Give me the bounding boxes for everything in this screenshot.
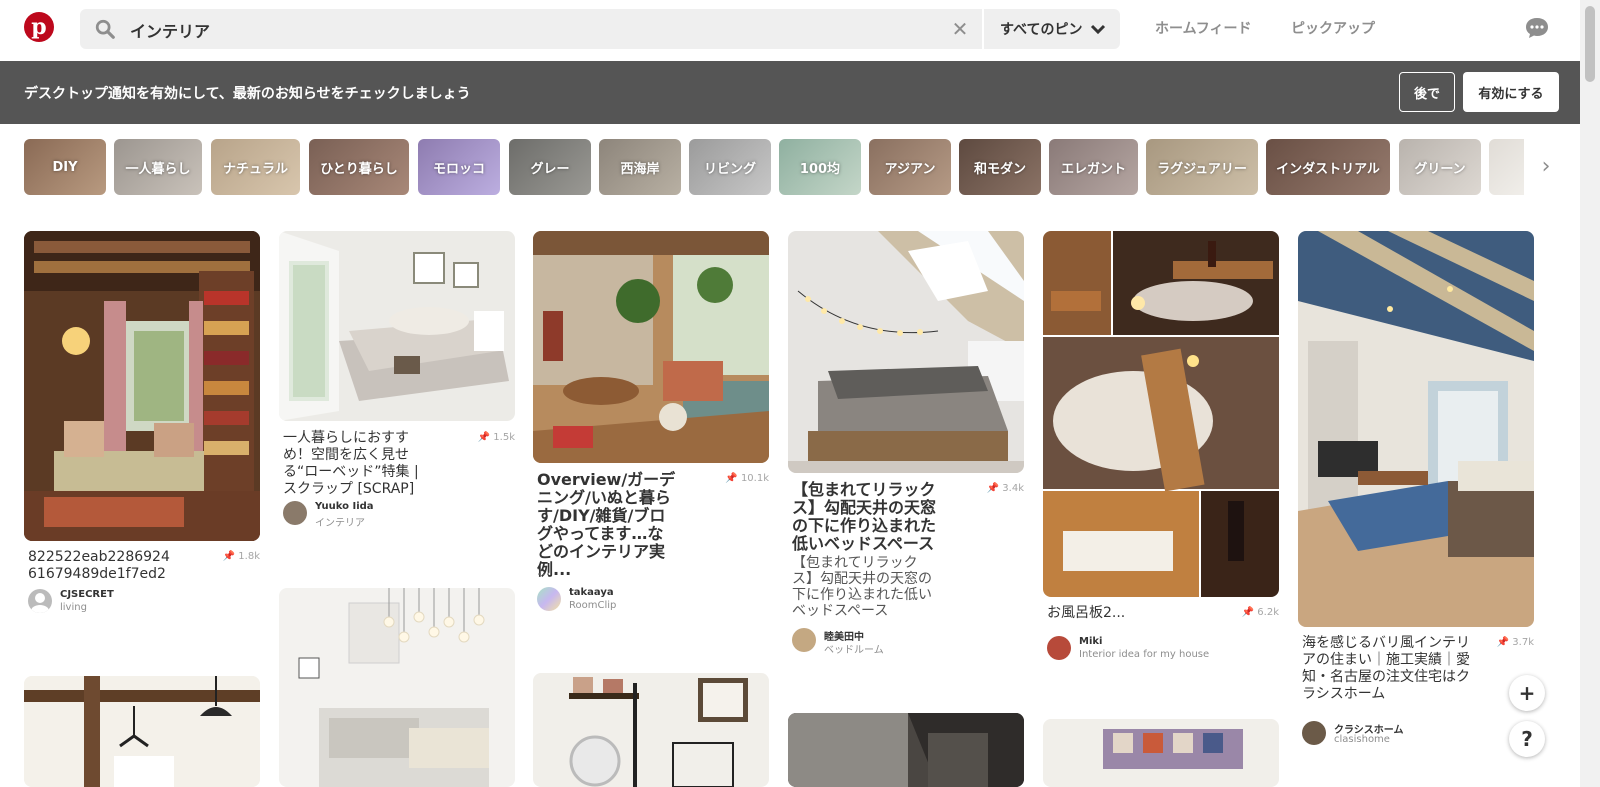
pin-card[interactable]: [1043, 719, 1279, 787]
pin-board-name[interactable]: clasishome: [1334, 734, 1390, 745]
plus-icon: +: [1518, 681, 1536, 705]
pin-user-name[interactable]: CJSECRET: [60, 589, 114, 600]
nav-home-feed[interactable]: ホームフィード: [1155, 18, 1251, 38]
pinterest-search-page: p インテリア ✕ すべてのピン ホームフィード ピックアップ デスクトップ通知…: [0, 0, 1600, 787]
category-chip[interactable]: グリーン: [1399, 139, 1481, 195]
clear-search-icon[interactable]: ✕: [948, 17, 972, 41]
avatar[interactable]: [28, 589, 52, 613]
later-button[interactable]: 後で: [1399, 72, 1455, 112]
search-icon: [95, 19, 115, 39]
scrollbar-thumb[interactable]: [1585, 6, 1595, 82]
pin-board-name[interactable]: living: [60, 602, 87, 613]
pin-image[interactable]: [279, 231, 515, 421]
pin-card[interactable]: お風呂板2... 📌 6.2k Miki Interior idea for m…: [1043, 231, 1279, 671]
pin-image[interactable]: [533, 673, 769, 787]
avatar[interactable]: [1047, 636, 1071, 660]
category-chip[interactable]: 和モダン: [959, 139, 1041, 195]
pin-title: 822522eab228692461679489de1f7ed2: [28, 549, 170, 582]
pin-board-name[interactable]: Interior idea for my house: [1079, 649, 1209, 660]
category-chip[interactable]: グレー: [509, 139, 591, 195]
pin-board-name[interactable]: インテリア: [315, 514, 365, 529]
avatar[interactable]: [1302, 721, 1326, 745]
category-chip-partial[interactable]: [1489, 139, 1524, 195]
pin-card[interactable]: 海を感じるバリ風インテリアの住まい｜施工実績｜愛知・名古屋の注文住宅はクラシスホ…: [1298, 231, 1534, 751]
pin-save-icon: 📌: [986, 483, 1003, 494]
avatar[interactable]: [283, 501, 307, 525]
category-chip[interactable]: モロッコ: [418, 139, 500, 195]
notification-text: デスクトップ通知を有効にして、最新のお知らせをチェックしましょう: [24, 86, 471, 102]
pin-user-name[interactable]: Miki: [1079, 636, 1102, 647]
pin-save-icon: 📌: [1241, 607, 1258, 618]
pin-title: 一人暮らしにおすすめ！空間を広く見せる“ローベッド”特集 | スクラップ [SC…: [283, 430, 419, 497]
pin-save-count: 📌 10.1k: [725, 473, 769, 484]
pin-image[interactable]: [1298, 231, 1534, 627]
category-chip[interactable]: 一人暮らし: [114, 139, 202, 195]
category-chip[interactable]: 100均: [779, 139, 861, 195]
pin-save-count: 📌 6.2k: [1241, 607, 1279, 618]
chevron-right-icon[interactable]: ›: [1532, 152, 1560, 182]
pin-image[interactable]: [279, 588, 515, 787]
search-input[interactable]: インテリア: [130, 18, 210, 42]
category-chip[interactable]: インダストリアル: [1266, 139, 1390, 195]
category-strip: DIY 一人暮らし ナチュラル ひとり暮らし モロッコ グレー 西海岸 リビング…: [24, 139, 1524, 195]
pin-title: 海を感じるバリ風インテリアの住まい｜施工実績｜愛知・名古屋の注文住宅はクラシスホ…: [1302, 635, 1470, 702]
enable-notifications-button[interactable]: 有効にする: [1463, 72, 1559, 112]
pin-card[interactable]: [24, 676, 260, 787]
chevron-down-icon: [1091, 24, 1106, 35]
pin-image[interactable]: [24, 676, 260, 787]
pin-user-name[interactable]: Yuuko Iida: [315, 501, 374, 512]
pin-save-icon: 📌: [725, 473, 741, 484]
pin-image[interactable]: [1043, 231, 1279, 597]
search-bar[interactable]: インテリア ✕ すべてのピン: [80, 9, 1120, 49]
pin-card[interactable]: [533, 673, 769, 787]
pin-image[interactable]: [1043, 719, 1279, 787]
page-scrollbar[interactable]: [1580, 0, 1600, 787]
pin-save-count: 📌 1.5k: [477, 432, 515, 443]
category-chip[interactable]: ラグジュアリー: [1146, 139, 1258, 195]
pin-card[interactable]: 一人暮らしにおすすめ！空間を広く見せる“ローベッド”特集 | スクラップ [SC…: [279, 231, 515, 541]
pin-description: ...: [537, 563, 551, 579]
pin-image[interactable]: [788, 231, 1024, 473]
category-chip[interactable]: 西海岸: [599, 139, 681, 195]
pin-save-icon: 📌: [222, 551, 239, 562]
avatar[interactable]: [792, 628, 816, 652]
category-chip[interactable]: ひとり暮らし: [309, 139, 409, 195]
messages-icon[interactable]: [1524, 16, 1550, 40]
avatar[interactable]: [537, 587, 561, 611]
pin-image[interactable]: [533, 231, 769, 463]
pin-card[interactable]: [788, 713, 1024, 787]
pin-save-count: 📌 1.8k: [222, 551, 260, 562]
nav-pickup[interactable]: ピックアップ: [1291, 18, 1375, 38]
pin-save-count: 📌 3.4k: [986, 483, 1024, 494]
pin-save-count: 📌 3.7k: [1496, 637, 1534, 648]
pin-card[interactable]: 822522eab228692461679489de1f7ed2 📌 1.8k …: [24, 231, 260, 631]
pin-board-name[interactable]: ベッドルーム: [824, 641, 884, 656]
pin-title: お風呂板2...: [1047, 605, 1126, 621]
pin-title: 【包まれてリラックス】勾配天井の天窓の下に作り込まれた低いベッドスペース: [792, 480, 937, 553]
help-icon: ?: [1521, 727, 1533, 751]
pin-board-name[interactable]: RoomClip: [569, 600, 616, 611]
pin-card[interactable]: 【包まれてリラックス】勾配天井の天窓の下に作り込まれた低いベッドスペース 📌 3…: [788, 231, 1024, 661]
top-header: p インテリア ✕ すべてのピン ホームフィード ピックアップ: [0, 0, 1580, 60]
pin-image[interactable]: [24, 231, 260, 541]
category-chip[interactable]: リビング: [689, 139, 771, 195]
pin-user-name[interactable]: takaaya: [569, 587, 614, 598]
pin-save-icon: 📌: [477, 432, 494, 443]
category-chip[interactable]: DIY: [24, 139, 106, 195]
pinterest-logo-icon[interactable]: p: [24, 12, 54, 42]
search-scope-dropdown[interactable]: すべてのピン: [982, 9, 1120, 49]
category-chip[interactable]: エレガント: [1049, 139, 1138, 195]
category-chip[interactable]: ナチュラル: [211, 139, 300, 195]
pin-image[interactable]: [788, 713, 1024, 787]
pin-card[interactable]: [279, 588, 515, 787]
pin-save-icon: 📌: [1496, 637, 1513, 648]
category-chip[interactable]: アジアン: [869, 139, 951, 195]
create-pin-button[interactable]: +: [1509, 675, 1545, 711]
desktop-notification-banner: デスクトップ通知を有効にして、最新のお知らせをチェックしましょう 後で 有効にす…: [0, 61, 1580, 124]
search-scope-label: すべてのピン: [1000, 22, 1083, 38]
pin-description: 【包まれてリラックス】勾配天井の天窓の下に作り込まれた低いベッドスペース: [792, 555, 932, 619]
pin-card[interactable]: Overview/ガーデニング/いぬと暮らす/DIY/雑貨/ブログやってます…な…: [533, 231, 769, 611]
help-button[interactable]: ?: [1509, 721, 1545, 757]
